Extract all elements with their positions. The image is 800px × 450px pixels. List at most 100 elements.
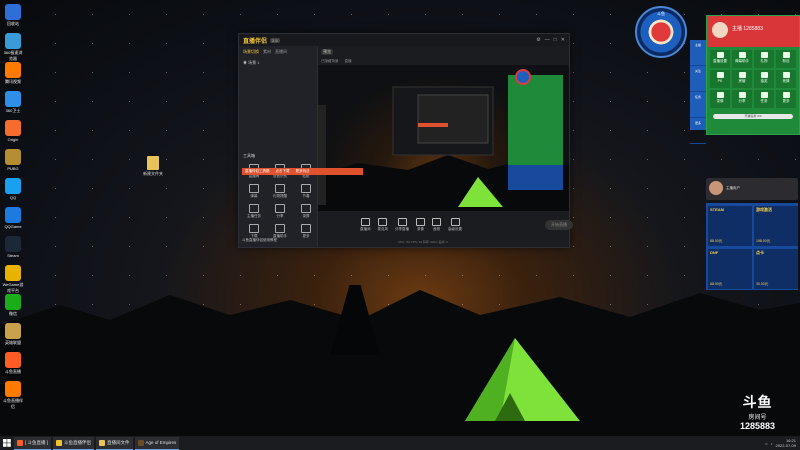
subtab-live[interactable]: 直播 <box>345 59 352 64</box>
network-icon[interactable]: ⌂ <box>765 441 767 446</box>
desktop-icon[interactable]: 回收站 <box>2 4 24 27</box>
toolbox-item[interactable]: 录屏 <box>295 204 317 219</box>
side-strip-item[interactable]: 更多 <box>690 118 706 144</box>
desktop-icon[interactable]: WeGame游戏平台 <box>2 265 24 294</box>
panel-grid-item[interactable]: 更多 <box>776 90 796 108</box>
toolbox-item[interactable]: 下载 <box>243 224 265 239</box>
tab-sources[interactable]: 素材 <box>263 49 271 55</box>
side-strip-item[interactable]: 关注 <box>690 66 706 92</box>
tile-title: 游戏激活 <box>756 207 772 212</box>
desktop-icon[interactable]: 360极速浏览器 <box>2 33 24 62</box>
live-companion-window[interactable]: 直播伴侣 2.5 ⚙ — □ ✕ 场景切换 素材 直播间 ◉ 场景 1 工具箱 … <box>238 33 573 248</box>
desktop-folder[interactable]: 新建文件夹 <box>140 156 166 177</box>
control-bar-item[interactable]: 直播间 <box>360 218 371 232</box>
toolbox-item[interactable]: 主播任务 <box>243 204 265 219</box>
control-bar-item[interactable]: 录像 <box>416 218 425 232</box>
desktop-icon[interactable]: 斗鱼直播 <box>2 352 24 375</box>
promo-banner[interactable]: 直播伴侣工具箱 点击下载 更多玩法 <box>242 168 363 175</box>
desktop-icon[interactable]: 斗鱼直播伴侣 <box>2 381 24 410</box>
desktop-icon[interactable]: 英雄联盟 <box>2 323 24 346</box>
scene-item[interactable]: ◉ 场景 1 <box>239 58 317 68</box>
user-avatar[interactable] <box>712 22 728 38</box>
mountain-silhouette <box>0 285 800 436</box>
clock[interactable]: 16:21 2022-07-09 <box>776 438 796 448</box>
control-label: 直播间 <box>360 227 371 231</box>
ad-tile[interactable]: STEAM 88.00元 <box>708 206 752 246</box>
subtab-hidden[interactable]: 已隐藏场景 <box>321 59 339 64</box>
settings-icon[interactable]: ⚙ <box>536 37 540 43</box>
tool-icon <box>275 204 285 213</box>
ad-tile[interactable]: 游戏激活 198.00元 <box>754 206 798 246</box>
minimize-icon[interactable]: — <box>545 37 550 43</box>
desktop-icon-label: 斗鱼直播 <box>5 369 21 374</box>
toolbox-item[interactable]: 礼物提醒 <box>269 184 291 199</box>
tool-icon <box>249 204 259 213</box>
control-label: 麦克风 <box>377 227 389 231</box>
app-icon <box>5 33 21 49</box>
panel-item-icon <box>738 72 746 78</box>
panel-grid: 直播设置 弹幕助手 礼物 粉丝 PK 房管 抽奖 竞猜录像 分享 任务 更多 <box>707 47 799 111</box>
tab-room[interactable]: 直播间 <box>275 49 287 55</box>
tool-label: 主播任务 <box>247 214 261 218</box>
panel-grid-item[interactable]: 直播设置 <box>710 50 730 68</box>
desktop-icon-label: 360极速浏览器 <box>3 50 23 61</box>
panel-item-label: 录像 <box>716 99 724 103</box>
panel-grid-item[interactable]: 分享 <box>732 90 752 108</box>
control-bar-item[interactable]: 高级设置 <box>448 218 462 232</box>
side-strip-item[interactable]: 主播 <box>690 40 706 66</box>
control-bar-item[interactable]: 麦克风 <box>377 218 389 232</box>
start-live-button[interactable]: 开始直播 <box>545 220 573 230</box>
panel-grid-item[interactable]: 礼物 <box>754 50 774 68</box>
desktop-icon[interactable]: 腾讯视频 <box>2 62 24 85</box>
panel-grid-item[interactable]: 弹幕助手 <box>732 50 752 68</box>
stream-preview[interactable] <box>318 65 569 211</box>
panel-grid-item[interactable]: PK <box>710 70 730 88</box>
panel-grid-item[interactable]: 任务 <box>754 90 774 108</box>
toolbox-item[interactable]: 弹幕 <box>243 184 265 199</box>
toolbox-item[interactable]: 分享 <box>269 204 291 219</box>
panel-item-label: 粉丝 <box>782 59 790 63</box>
taskbar-item[interactable]: 直播间文件 <box>96 436 133 450</box>
desktop-icon[interactable]: PUBG <box>2 149 24 171</box>
tool-icon <box>275 184 285 193</box>
douyu-ring-widget[interactable]: 斗鱼 <box>635 6 687 58</box>
control-bar-item[interactable]: 分享直播 <box>395 218 409 232</box>
desktop-icon[interactable]: QQ <box>2 178 24 200</box>
status-line: CPU: 0% FPS: 30 码率: 0kb/s 丢帧: 0 <box>398 240 448 244</box>
volume-icon[interactable]: ♪ <box>771 441 773 446</box>
overlay-user-row[interactable]: 主播用户 <box>706 178 798 200</box>
side-strip-item[interactable]: 任务 <box>690 92 706 118</box>
taskbar-item[interactable]: 斗鱼直播伴侣 <box>53 436 95 450</box>
desktop-icon[interactable]: QQGame <box>2 207 24 229</box>
banner-text-2: 点击下载 <box>275 169 290 173</box>
preview-header: 预览 <box>318 46 569 57</box>
taskbar-item[interactable]: Age of Empires <box>134 436 180 450</box>
toolbox-item[interactable]: 直播助手 <box>269 224 291 239</box>
toolbox-item[interactable]: 节奏 <box>295 184 317 199</box>
tab-scenes[interactable]: 场景切换 <box>243 49 259 55</box>
panel-item-label: 弹幕助手 <box>735 59 749 63</box>
ad-tile[interactable]: 点卡 30.00元 <box>754 249 798 289</box>
panel-grid-item[interactable]: 录像 <box>710 90 730 108</box>
ad-tile[interactable]: DNF 68.00元 <box>708 249 752 289</box>
tool-icon <box>301 204 311 213</box>
panel-item-icon <box>716 52 724 58</box>
tutorial-link[interactable]: 斗鱼直播伴侣使用教程 <box>242 238 277 243</box>
panel-grid-item[interactable]: 抽奖 <box>754 70 774 88</box>
desktop-icon[interactable]: 360卫士 <box>2 91 24 114</box>
control-bar-item[interactable]: 音频 <box>432 218 441 232</box>
desktop-icon[interactable]: Steam <box>2 236 24 258</box>
desktop-icon[interactable]: 微信 <box>2 294 24 317</box>
tent-illustration <box>465 338 580 421</box>
panel-grid-item[interactable]: 房管 <box>732 70 752 88</box>
close-icon[interactable]: ✕ <box>561 37 565 43</box>
tool-label: 弹幕 <box>250 194 258 198</box>
desktop-icon[interactable]: Origin <box>2 120 24 142</box>
taskbar-item[interactable]: [ 斗鱼直播 ] <box>14 436 52 450</box>
toolbox-item[interactable]: 更多 <box>295 224 317 239</box>
windows-start-icon[interactable] <box>0 436 14 450</box>
panel-grid-item[interactable]: 竞猜 <box>776 70 796 88</box>
left-tabs: 场景切换 素材 直播间 <box>239 46 317 58</box>
panel-grid-item[interactable]: 粉丝 <box>776 50 796 68</box>
maximize-icon[interactable]: □ <box>554 37 557 43</box>
